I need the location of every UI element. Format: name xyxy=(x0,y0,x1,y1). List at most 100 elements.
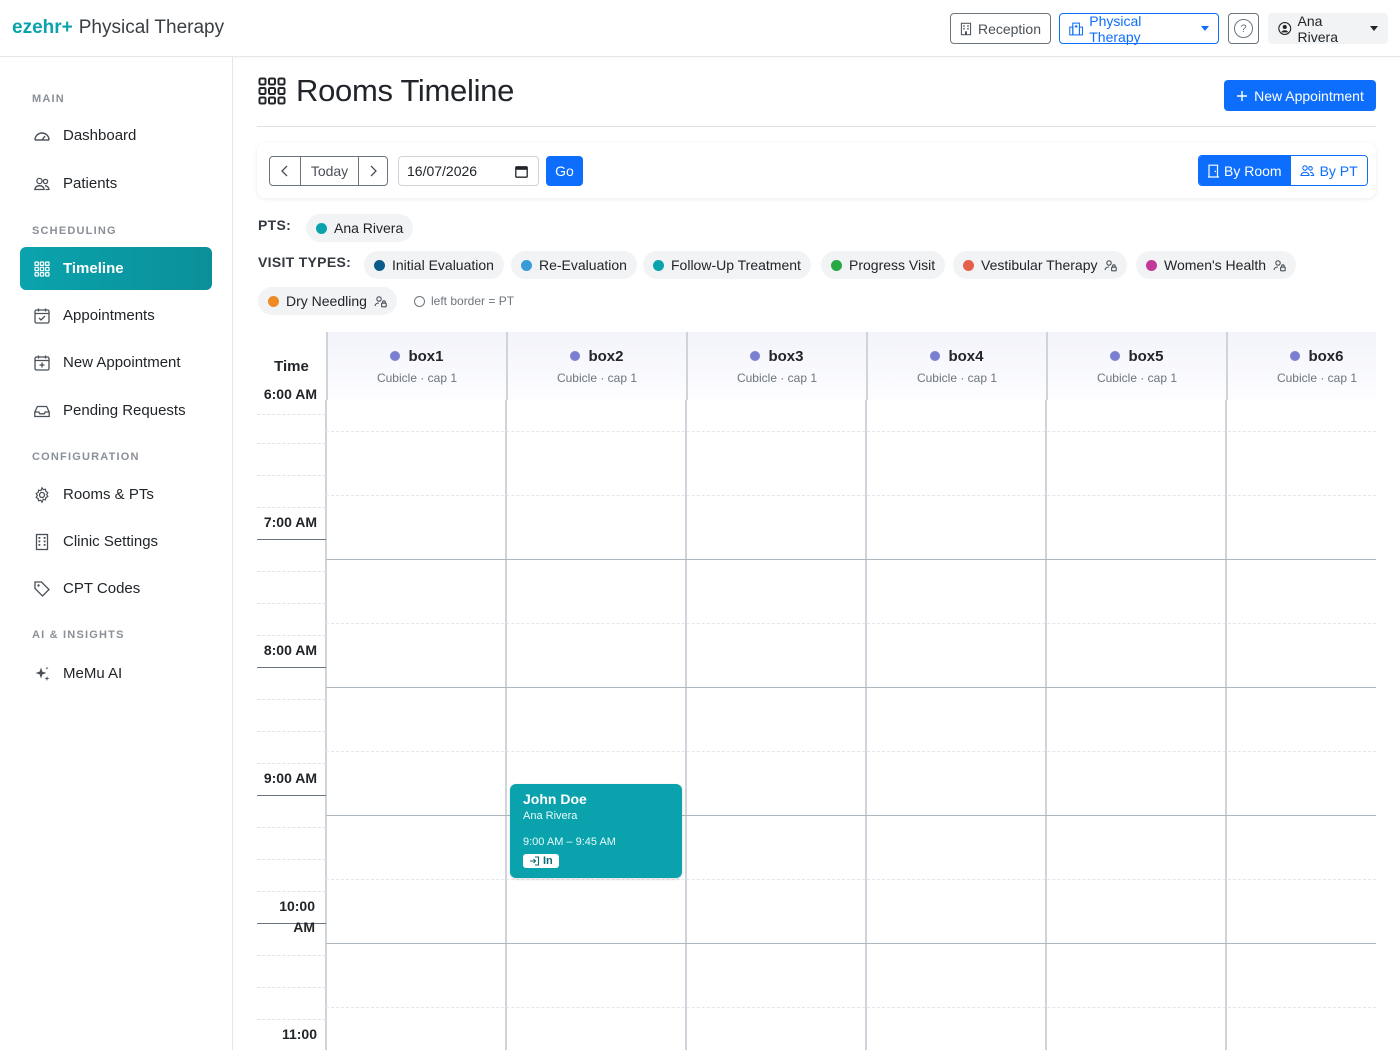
go-button[interactable]: Go xyxy=(546,156,583,186)
appointment-time: 9:00 AM – 9:45 AM xyxy=(523,836,616,848)
visit-type-chip[interactable]: Initial Evaluation xyxy=(364,251,504,279)
time-slot-tick xyxy=(257,955,326,956)
building-icon xyxy=(35,533,49,550)
restricted-user-icon xyxy=(374,295,387,307)
pt-chip[interactable]: Ana Rivera xyxy=(306,214,414,242)
date-nav-group: Today xyxy=(269,156,388,186)
chevron-down-icon xyxy=(1201,26,1209,31)
grid-slot-line xyxy=(326,495,1376,496)
visit-type-name: Re-Evaluation xyxy=(539,257,627,273)
visit-type-name: Vestibular Therapy xyxy=(981,257,1098,273)
appointment-patient: John Doe xyxy=(523,791,587,807)
time-slot-tick xyxy=(257,603,326,604)
room-header-box2[interactable]: box2 Cubicle · cap 1 xyxy=(506,332,686,400)
visit-type-chip[interactable]: Dry Needling xyxy=(258,287,397,315)
room-color-dot xyxy=(390,351,401,361)
sidebar-item-label: CPT Codes xyxy=(63,580,141,597)
sidebar-item-patients[interactable]: Patients xyxy=(20,162,212,205)
sidebar-item-timeline[interactable]: Timeline xyxy=(20,247,212,290)
view-toggle: By Room By PT xyxy=(1198,155,1368,186)
sidebar-item-cpt-codes[interactable]: CPT Codes xyxy=(20,567,212,610)
room-header-box4[interactable]: box4 Cubicle · cap 1 xyxy=(866,332,1046,400)
visit-type-name: Progress Visit xyxy=(849,257,936,273)
time-slot-tick xyxy=(257,827,326,828)
room-subtitle: Cubicle · cap 1 xyxy=(916,370,998,385)
by-room-button[interactable]: By Room xyxy=(1199,156,1291,185)
time-slot-tick xyxy=(257,635,326,636)
room-subtitle: Cubicle · cap 1 xyxy=(1276,370,1358,385)
people-icon xyxy=(34,177,50,190)
visit-type-dot xyxy=(521,259,532,271)
help-button[interactable]: ? xyxy=(1228,13,1259,44)
appointment-card[interactable]: John Doe Ana Rivera 9:00 AM – 9:45 AM In xyxy=(510,784,682,878)
reception-label: Reception xyxy=(977,20,1041,37)
calendar-icon[interactable] xyxy=(515,165,528,178)
next-day-button[interactable] xyxy=(358,157,387,185)
ring-icon xyxy=(414,295,425,307)
sidebar-item-appointments[interactable]: Appointments xyxy=(20,294,212,337)
grid-hour-line xyxy=(326,687,1376,688)
sparkle-icon xyxy=(35,666,50,681)
visit-type-dot xyxy=(268,295,279,307)
hospital-icon xyxy=(1069,22,1084,35)
sidebar-item-pending-requests[interactable]: Pending Requests xyxy=(20,389,212,432)
prev-day-button[interactable] xyxy=(270,157,300,185)
sidebar-item-rooms-pts[interactable]: Rooms & PTs xyxy=(20,473,212,516)
room-header-box5[interactable]: box5 Cubicle · cap 1 xyxy=(1046,332,1226,400)
visit-type-name: Women's Health xyxy=(1164,257,1267,273)
grid-hour-line xyxy=(326,943,1376,944)
brand[interactable]: ezehr+ Physical Therapy xyxy=(12,16,224,40)
hour-label: 6:00 AM xyxy=(263,386,317,402)
sign-in-icon xyxy=(530,856,540,866)
time-slot-tick xyxy=(257,475,326,476)
by-room-label: By Room xyxy=(1224,162,1282,179)
time-slot-tick xyxy=(257,891,326,892)
visit-type-dot xyxy=(831,259,842,271)
visit-type-chip[interactable]: Women's Health xyxy=(1136,251,1297,279)
tag-icon xyxy=(34,580,50,597)
visit-type-name: Dry Needling xyxy=(286,293,367,309)
sidebar-item-new-appointment[interactable]: New Appointment xyxy=(20,341,212,384)
brand-logo: ezehr+ xyxy=(12,17,73,38)
visit-type-chip[interactable]: Follow-Up Treatment xyxy=(643,251,811,279)
sidebar-item-label: Clinic Settings xyxy=(63,533,159,550)
clinic-dropdown[interactable]: Physical Therapy xyxy=(1059,13,1219,45)
reception-button[interactable]: Reception xyxy=(950,13,1051,44)
room-subtitle: Cubicle · cap 1 xyxy=(376,370,458,385)
pt-name: Ana Rivera xyxy=(334,220,404,236)
border-note-text: left border = PT xyxy=(431,294,515,308)
chevron-left-icon xyxy=(281,165,288,177)
date-value: 16/07/2026 xyxy=(407,163,478,179)
user-menu[interactable]: Ana Rivera xyxy=(1268,13,1388,45)
checked-in-badge[interactable]: In xyxy=(523,854,559,868)
column-divider xyxy=(865,400,867,1050)
sidebar-item-memu-ai[interactable]: MeMu AI xyxy=(20,652,212,695)
room-header-box6[interactable]: box6 Cubicle · cap 1 xyxy=(1226,332,1376,400)
room-name: box3 xyxy=(768,347,804,365)
grid-hour-line xyxy=(326,815,1376,816)
time-slot-tick xyxy=(257,987,326,988)
new-appointment-button[interactable]: New Appointment xyxy=(1224,80,1376,111)
room-header-box1[interactable]: box1 Cubicle · cap 1 xyxy=(326,332,506,400)
visit-type-chip[interactable]: Re-Evaluation xyxy=(511,251,637,279)
grid-slot-line xyxy=(326,431,1376,432)
column-divider xyxy=(1045,400,1047,1050)
today-button[interactable]: Today xyxy=(300,157,358,185)
visit-type-dot xyxy=(963,259,974,271)
date-input[interactable]: 16/07/2026 xyxy=(398,156,539,186)
visit-type-chip[interactable]: Progress Visit xyxy=(821,251,946,279)
room-header-box3[interactable]: box3 Cubicle · cap 1 xyxy=(686,332,866,400)
room-color-dot xyxy=(750,351,761,361)
room-color-dot xyxy=(1290,351,1301,361)
room-name: box2 xyxy=(588,347,624,365)
page-title: Rooms Timeline xyxy=(258,73,514,109)
by-pt-button[interactable]: By PT xyxy=(1290,156,1367,185)
user-circle-icon xyxy=(1278,22,1292,35)
sidebar-item-clinic-settings[interactable]: Clinic Settings xyxy=(20,520,212,563)
hour-label: 7:00 AM xyxy=(263,514,317,530)
brand-app-name: Physical Therapy xyxy=(78,17,225,38)
visit-type-chip[interactable]: Vestibular Therapy xyxy=(953,251,1128,279)
sidebar-item-dashboard[interactable]: Dashboard xyxy=(20,114,212,157)
people-icon xyxy=(1299,165,1314,177)
grid-hour-line xyxy=(326,559,1376,560)
